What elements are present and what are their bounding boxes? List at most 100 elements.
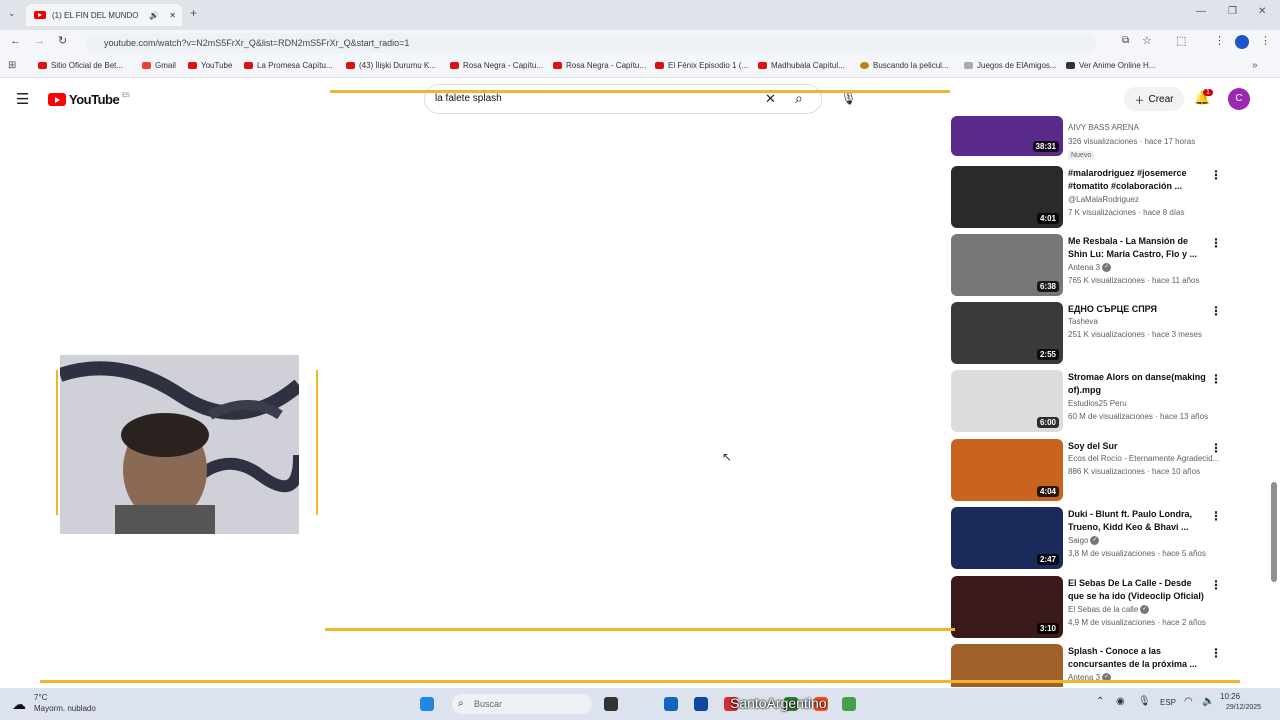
extensions-icon[interactable]: ⬚ (1176, 34, 1186, 47)
video-thumbnail[interactable]: 4:04 (951, 439, 1063, 501)
volume-icon[interactable]: 🔈 (1202, 696, 1214, 707)
back-icon[interactable]: ← (10, 35, 21, 47)
channel-name[interactable]: @LaMalaRodriguez (1068, 195, 1139, 204)
bookmark-item[interactable]: Gmail (142, 61, 176, 70)
app-icon[interactable] (664, 697, 678, 711)
search-box[interactable]: la falete splash ✕ ⌕ (424, 84, 822, 114)
app-icon[interactable] (842, 697, 856, 711)
recommendation-item[interactable]: 6:38 Me Resbala - La Mansión de Shin Lu:… (950, 234, 1268, 300)
create-button[interactable]: ＋ Crear (1124, 87, 1184, 111)
apps-grid-icon[interactable]: ⊞ (8, 60, 16, 71)
channel-name[interactable]: AIVY BASS ARENA (1068, 123, 1139, 132)
channel-name[interactable]: Ecos del Rocío - Eternamente Agradecid..… (1068, 454, 1219, 463)
app-icon[interactable] (694, 697, 708, 711)
video-title[interactable]: Stromae Alors on danse(making of).mpg (1068, 371, 1208, 397)
video-title[interactable]: Soy del Sur (1068, 440, 1208, 453)
profile-icon[interactable] (1235, 35, 1249, 49)
reload-icon[interactable]: ↻ (58, 34, 67, 47)
more-actions-icon[interactable]: ⋮ (1210, 578, 1222, 592)
bookmark-item[interactable]: Buscando la pelicul... (860, 61, 949, 70)
recommendation-item[interactable]: 2:47 Duki - Blunt ft. Paulo Londra, True… (950, 507, 1268, 573)
more-actions-icon[interactable]: ⋮ (1210, 509, 1222, 523)
bookmark-item[interactable]: Juegos de ElAmigos... (964, 61, 1057, 70)
recommendation-item[interactable]: 4:04 Soy del Sur Ecos del Rocío - Eterna… (950, 439, 1268, 505)
bookmark-item[interactable]: (43) İlişki Durumu K... (346, 61, 436, 70)
recommendation-item[interactable]: 6:00 Stromae Alors on danse(making of).m… (950, 370, 1268, 436)
overlay-frame-webcam-right (316, 370, 318, 515)
video-thumbnail[interactable]: 38:31 (951, 116, 1063, 156)
taskbar-search[interactable]: ⌕ Buscar (452, 694, 592, 714)
video-title[interactable]: Duki - Blunt ft. Paulo Londra, Trueno, K… (1068, 508, 1208, 534)
more-actions-icon[interactable]: ⋮ (1210, 304, 1222, 318)
bookmark-item[interactable]: Sitio Oficial de Bet... (38, 61, 123, 70)
clock-date[interactable]: 29/12/2025 (1226, 704, 1261, 711)
youtube-logo[interactable]: YouTube ES (48, 92, 130, 107)
clock-time[interactable]: 10:26 (1220, 692, 1240, 701)
clear-search-icon[interactable]: ✕ (765, 91, 776, 107)
video-title[interactable]: Me Resbala - La Mansión de Shin Lu: Marí… (1068, 235, 1208, 261)
bookmark-item[interactable]: YouTube (188, 61, 232, 70)
hamburger-menu-icon[interactable]: ☰ (16, 90, 29, 108)
youtube-icon (450, 62, 459, 69)
install-icon[interactable]: ⧉ (1122, 35, 1129, 46)
new-tab-button[interactable]: + (190, 6, 197, 20)
tab-search-icon[interactable]: ⌄ (8, 8, 16, 19)
wifi-icon[interactable]: ◠ (1184, 696, 1193, 707)
channel-name[interactable]: Estudios25 Peru (1068, 399, 1127, 408)
page-scrollbar[interactable] (1271, 482, 1277, 582)
bookmark-item[interactable]: Madhubala Capítul... (758, 61, 845, 70)
tab-close-icon[interactable]: ✕ (169, 11, 176, 20)
browser-menu-icon[interactable]: ⋮ (1260, 34, 1271, 47)
address-bar[interactable]: youtube.com/watch?v=N2mS5FrXr_Q&list=RDN… (86, 33, 1096, 53)
channel-name[interactable]: Antena 3 ✓ (1068, 263, 1112, 273)
browser-tab[interactable]: (1) EL FIN DEL MUNDO 🔊 ✕ (26, 4, 182, 26)
more-actions-icon[interactable]: ⋮ (1210, 646, 1222, 660)
video-thumbnail[interactable]: 4:01 (951, 166, 1063, 228)
language-indicator[interactable]: ESP (1160, 698, 1176, 707)
tray-icon[interactable]: ◉ (1116, 696, 1125, 707)
channel-name[interactable]: Saigo ✓ (1068, 536, 1100, 546)
bookmark-item[interactable]: Rosa Negra - Capítu... (450, 61, 543, 70)
maximize-icon[interactable]: ❐ (1228, 6, 1237, 17)
video-thumbnail[interactable]: 3:10 (951, 576, 1063, 638)
window-close-icon[interactable]: ✕ (1258, 6, 1266, 17)
minimize-icon[interactable]: — (1196, 6, 1206, 17)
duration-badge: 4:04 (1036, 486, 1059, 497)
windows-start-icon[interactable] (420, 697, 434, 711)
microphone-tray-icon[interactable]: 🎙 (1138, 696, 1151, 707)
video-title[interactable]: ЕДНО СЪРЦЕ СПРЯ (1068, 303, 1208, 316)
recommendation-item[interactable]: 3:10 El Sebas De La Calle - Desde que se… (950, 576, 1268, 642)
video-title[interactable]: Splash - Conoce a las concursantes de la… (1068, 645, 1208, 671)
more-actions-icon[interactable]: ⋮ (1210, 168, 1222, 182)
bookmark-item[interactable]: Ver Anime Online H... (1066, 61, 1155, 70)
video-thumbnail[interactable]: 2:47 (951, 507, 1063, 569)
more-bookmarks-icon[interactable]: » (1252, 60, 1258, 71)
task-view-icon[interactable] (604, 697, 618, 711)
bookmark-item[interactable]: Rosa Negra - Capítu... (553, 61, 646, 70)
bookmark-item[interactable]: La Promesa Capítu... (244, 61, 333, 70)
video-title[interactable]: #malarodriguez #josemerce #tomatito #col… (1068, 167, 1208, 193)
video-title[interactable]: El Sebas De La Calle - Desde que se ha i… (1068, 577, 1208, 603)
youtube-icon (244, 62, 253, 69)
bookmark-item[interactable]: El Fénix Episodio 1 (... (655, 61, 748, 70)
channel-name[interactable]: El Sebas de la calle ✓ (1068, 605, 1150, 615)
video-thumbnail[interactable]: 6:00 (951, 370, 1063, 432)
weather-icon[interactable]: ☁ (12, 696, 26, 713)
search-input[interactable]: la falete splash (435, 93, 502, 104)
avatar[interactable]: C (1228, 88, 1250, 110)
more-actions-icon[interactable]: ⋮ (1210, 372, 1222, 386)
video-thumbnail[interactable]: 6:38 (951, 234, 1063, 296)
bookmark-star-icon[interactable]: ☆ (1142, 34, 1152, 47)
tab-audio-icon[interactable]: 🔊 (149, 11, 159, 20)
more-actions-icon[interactable]: ⋮ (1210, 236, 1222, 250)
recommendation-item[interactable]: 4:01 #malarodriguez #josemerce #tomatito… (950, 166, 1268, 232)
more-actions-icon[interactable]: ⋮ (1210, 441, 1222, 455)
recommendation-item[interactable]: 2:55 ЕДНО СЪРЦЕ СПРЯ Tasheva 251 K visua… (950, 302, 1268, 368)
youtube-icon (188, 62, 197, 69)
channel-name[interactable]: Tasheva (1068, 317, 1098, 326)
downloads-icon[interactable]: ⋮ (1214, 34, 1225, 47)
video-thumbnail[interactable]: 2:55 (951, 302, 1063, 364)
windows-taskbar: ☁ 7°C Mayorm. nublado ⌕ Buscar ⌃ ◉ 🎙 ESP… (0, 688, 1280, 720)
forward-icon[interactable]: → (34, 35, 45, 47)
tray-chevron-icon[interactable]: ⌃ (1096, 696, 1104, 707)
